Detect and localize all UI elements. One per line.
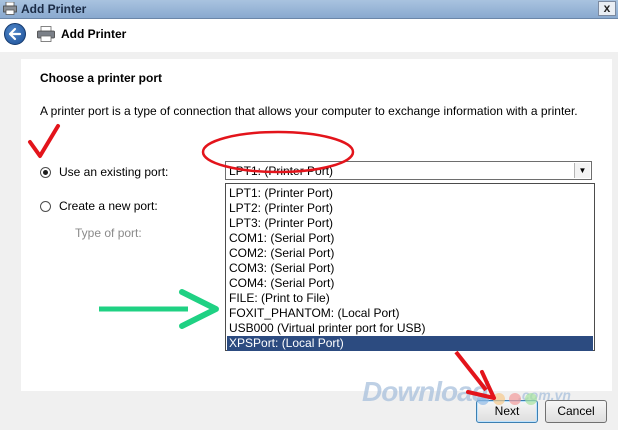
port-dropdown-list: LPT1: (Printer Port) LPT2: (Printer Port…: [225, 183, 595, 351]
back-button[interactable]: [4, 23, 26, 45]
port-option[interactable]: COM2: (Serial Port): [227, 246, 593, 261]
chevron-down-icon[interactable]: ▼: [574, 163, 590, 178]
selected-port-value: LPT1: (Printer Port): [229, 164, 334, 178]
printer-icon: [37, 26, 55, 42]
add-printer-window: Add Printer Choose a printer port A prin…: [0, 19, 618, 430]
wizard-title: Add Printer: [61, 27, 127, 41]
close-icon: x: [603, 1, 611, 15]
next-button-label: Next: [494, 404, 520, 418]
port-option[interactable]: FILE: (Print to File): [227, 291, 593, 306]
cancel-button-label: Cancel: [557, 404, 595, 418]
port-option[interactable]: LPT3: (Printer Port): [227, 216, 593, 231]
existing-port-label[interactable]: Use an existing port:: [59, 165, 168, 179]
page-heading: Choose a printer port: [40, 71, 163, 85]
existing-port-radio[interactable]: [40, 167, 51, 178]
port-option[interactable]: USB000 (Virtual printer port for USB): [227, 321, 593, 336]
existing-port-select[interactable]: LPT1: (Printer Port) ▼: [225, 161, 592, 180]
port-option[interactable]: FOXIT_PHANTOM: (Local Port): [227, 306, 593, 321]
close-button[interactable]: x: [598, 1, 616, 16]
new-port-radio[interactable]: [40, 201, 51, 212]
new-port-label[interactable]: Create a new port:: [59, 199, 158, 213]
printer-icon: [3, 2, 17, 15]
title-bar: Add Printer x: [0, 0, 618, 19]
port-option[interactable]: LPT1: (Printer Port): [227, 186, 593, 201]
wizard-header: Add Printer: [0, 19, 618, 52]
window-title: Add Printer: [21, 2, 87, 16]
port-option[interactable]: LPT2: (Printer Port): [227, 201, 593, 216]
watermark-dots: [477, 393, 537, 405]
watermark-logo: Download: [362, 376, 489, 407]
port-option[interactable]: COM1: (Serial Port): [227, 231, 593, 246]
port-option-highlighted[interactable]: XPSPort: (Local Port): [227, 336, 593, 351]
port-type-label: Type of port:: [75, 226, 142, 240]
back-arrow-icon: [8, 27, 22, 41]
wizard-content: Choose a printer port A printer port is …: [21, 59, 612, 391]
page-description: A printer port is a type of connection t…: [40, 104, 578, 118]
port-option[interactable]: COM3: (Serial Port): [227, 261, 593, 276]
port-option[interactable]: COM4: (Serial Port): [227, 276, 593, 291]
